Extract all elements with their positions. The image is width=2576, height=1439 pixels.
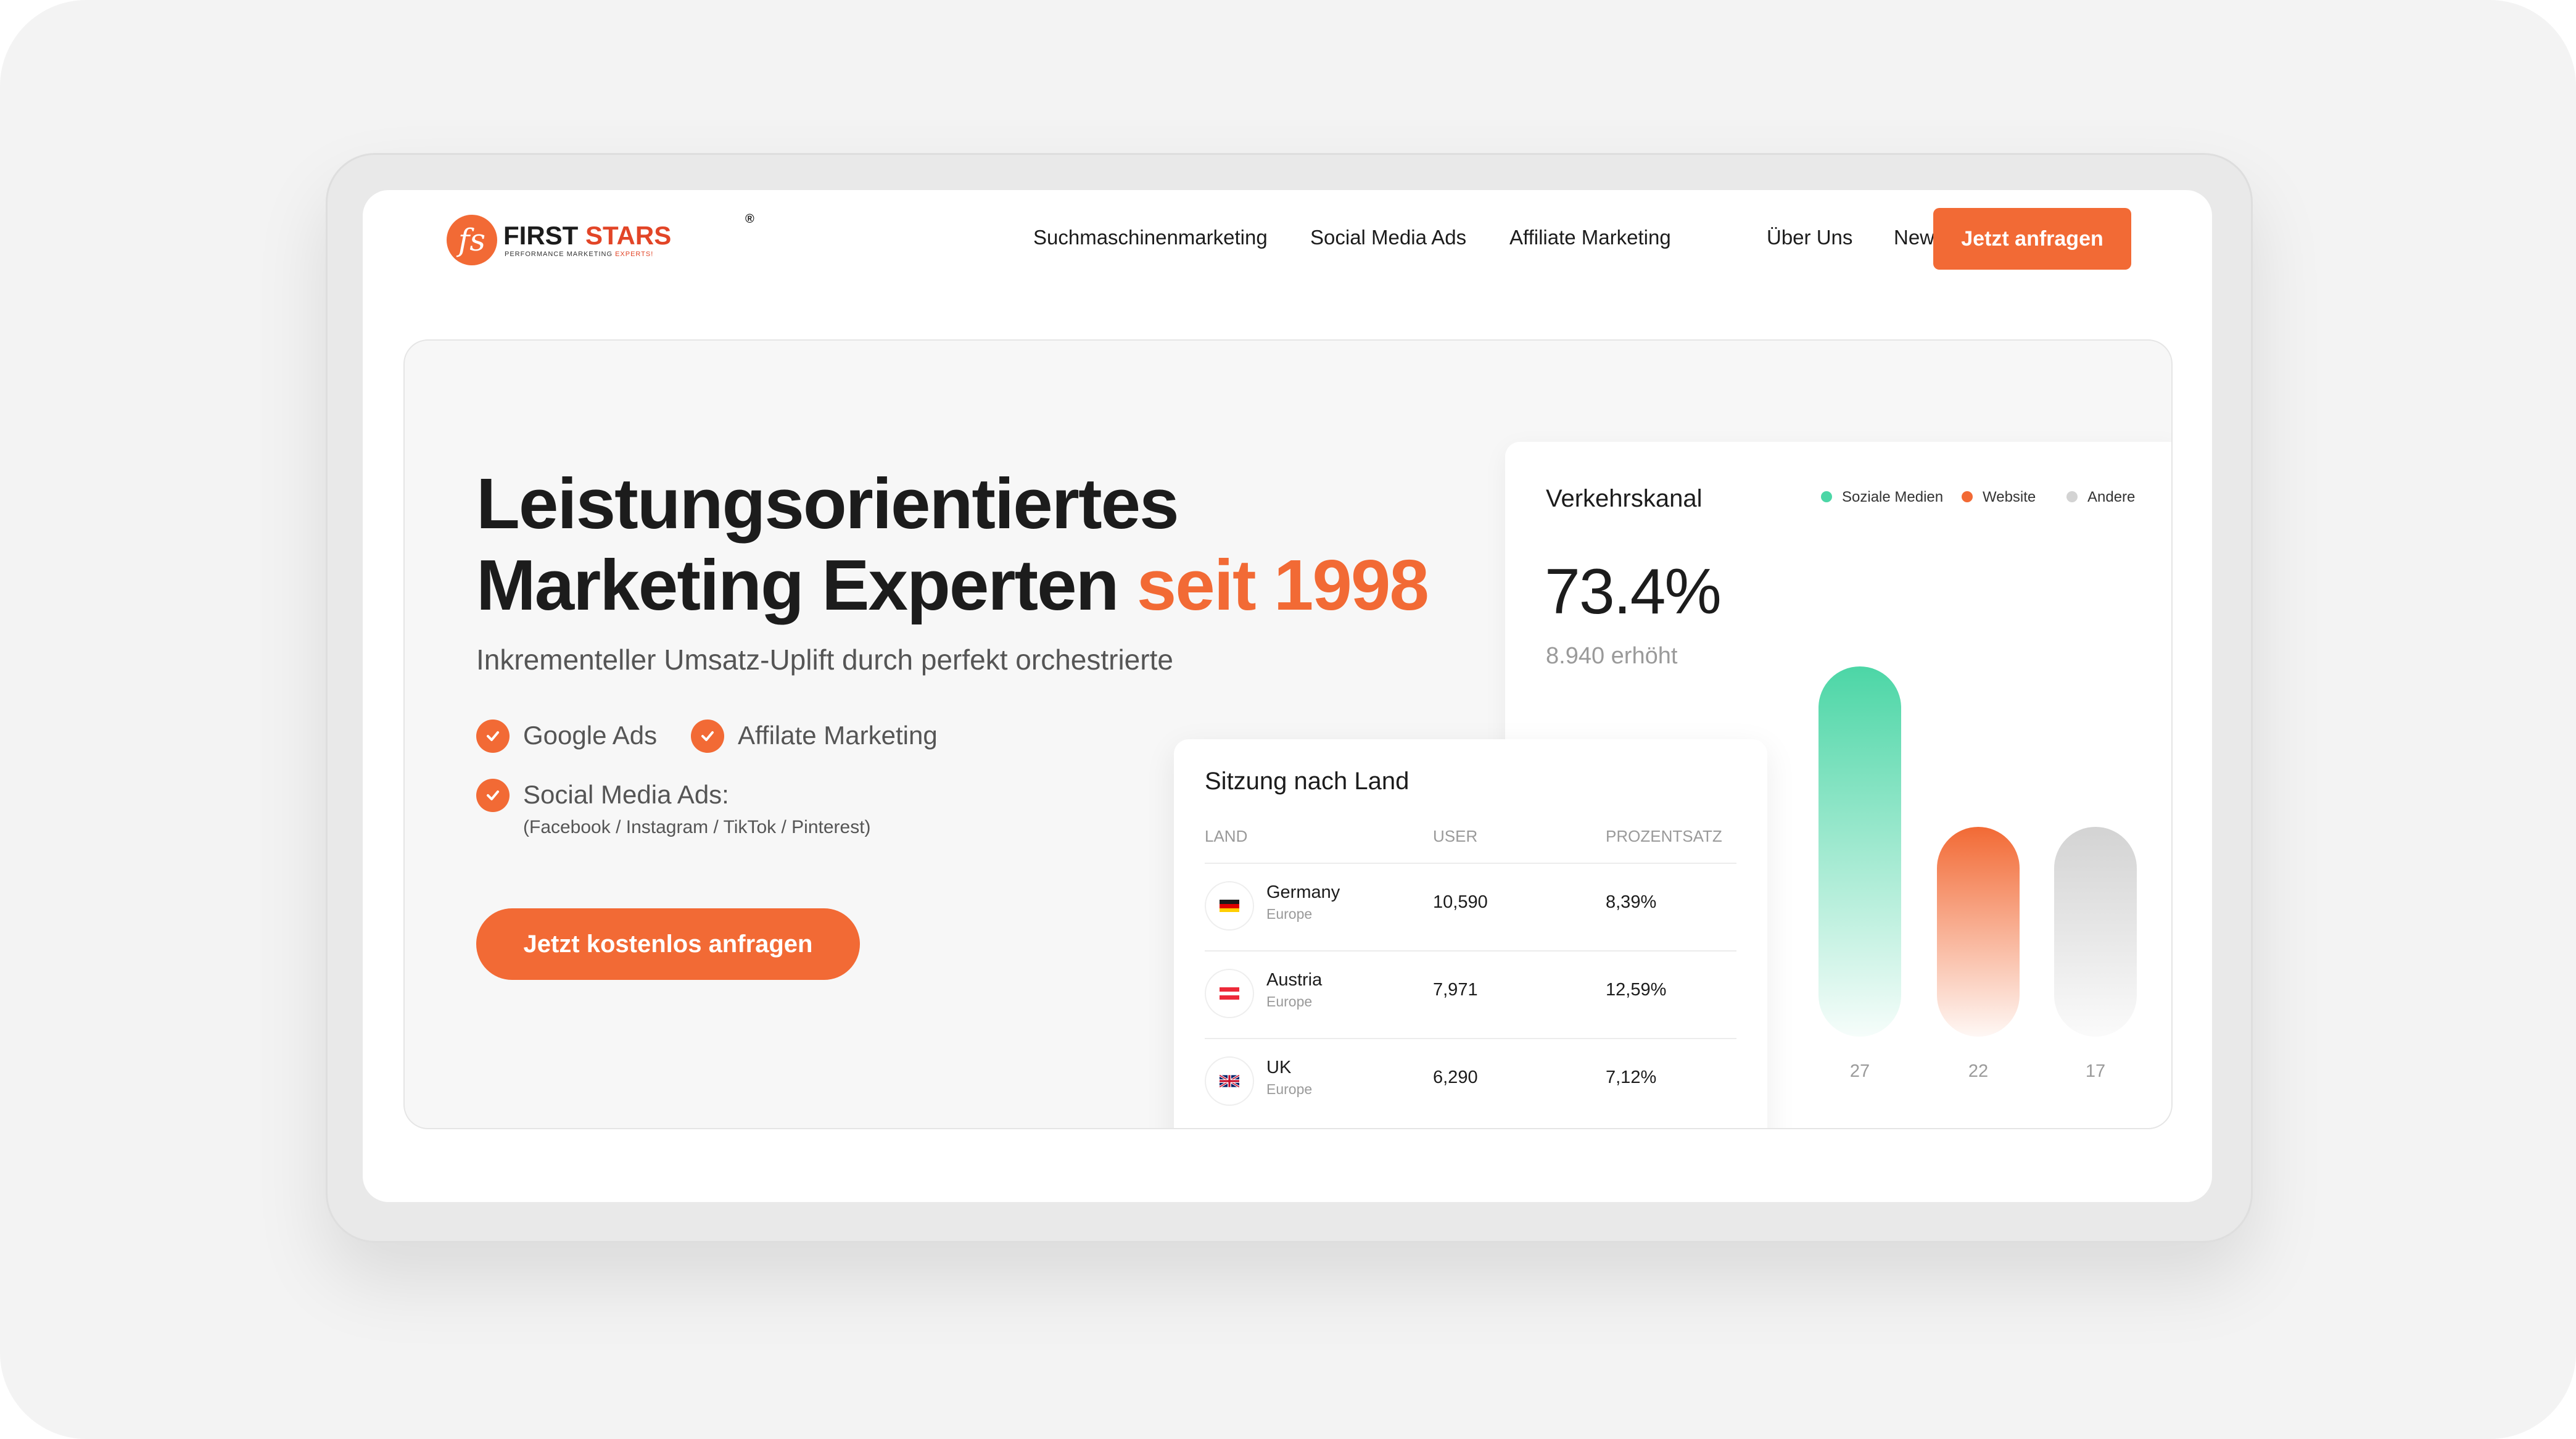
check-icon: [476, 779, 510, 812]
bar-andere: [2054, 827, 2137, 1037]
brand-tagline-accent: EXPERTS!: [615, 251, 654, 258]
hero-title-line1: Leistungsorientiertes: [476, 463, 1179, 544]
country-name: UK: [1266, 1058, 1292, 1077]
registered-mark: ®: [745, 212, 754, 226]
legend-dot-grey-icon: [2066, 491, 2078, 502]
jetzt-anfragen-button[interactable]: Jetzt anfragen: [1933, 208, 2131, 270]
brand-tagline-start: PERFORMANCE MARKETING: [505, 251, 616, 258]
feature-social-media-detail: (Facebook / Instagram / TikTok / Pintere…: [523, 817, 871, 837]
country-percent: 7,12%: [1606, 1068, 1657, 1087]
column-header-prozentsatz: PROZENTSATZ: [1606, 827, 1722, 845]
logo-mark-icon: fs: [447, 215, 497, 265]
brand-name-first: FIRST: [503, 221, 579, 250]
legend-dot-orange-icon: [1962, 491, 1973, 502]
country-name: Austria: [1266, 970, 1323, 990]
country-users: 6,290: [1433, 1068, 1478, 1087]
bar-value-label: 22: [1968, 1061, 1989, 1081]
germany-flag-icon: [1205, 881, 1254, 931]
website-screen: fs FIRST STARS ® PERFORMANCE MARKETING E…: [363, 190, 2212, 1202]
bar-soziale-medien: [1818, 666, 1901, 1037]
legend-label: Andere: [2087, 489, 2136, 505]
brand-name-second: STARS: [585, 221, 672, 250]
country-region: Europe: [1266, 1081, 1313, 1097]
country-users: 10,590: [1433, 892, 1488, 912]
hero-title: Leistungsorientiertes Marketing Experten…: [476, 463, 1429, 626]
country-users: 7,971: [1433, 980, 1478, 1000]
bar-value-label: 27: [1849, 1061, 1870, 1081]
brand-tagline: PERFORMANCE MARKETING EXPERTS!: [505, 251, 653, 258]
column-header-land: LAND: [1205, 827, 1248, 845]
feature-social-media-ads: Social Media Ads:: [523, 780, 729, 809]
nav-item-suchmaschinenmarketing[interactable]: Suchmaschinenmarketing: [1033, 226, 1268, 249]
jetzt-kostenlos-anfragen-button[interactable]: Jetzt kostenlos anfragen: [476, 908, 860, 980]
bar-website: [1937, 827, 2020, 1037]
legend-label: Website: [1983, 489, 2036, 505]
traffic-increase: 8.940 erhöht: [1546, 643, 1678, 669]
check-icon: [476, 720, 510, 753]
nav-item-ueber-uns[interactable]: Über Uns: [1767, 226, 1852, 249]
table-row[interactable]: UK Europe 6,290 7,12%: [1174, 1038, 1767, 1124]
hero-title-accent: seit 1998: [1136, 545, 1429, 625]
country-name: Germany: [1266, 882, 1340, 902]
nav-item-affiliate-marketing[interactable]: Affiliate Marketing: [1509, 226, 1671, 249]
sessions-by-country-card: Sitzung nach Land LAND USER PROZENTSATZ …: [1174, 739, 1767, 1128]
hero-title-line2: Marketing Experten seit 1998: [476, 544, 1429, 626]
brand-name: FIRST STARS: [503, 221, 671, 251]
traffic-card-title: Verkehrskanal: [1546, 485, 1703, 512]
traffic-percent: 73.4%: [1545, 556, 1722, 628]
hero-subline: Inkrementeller Umsatz-Uplift durch perfe…: [476, 644, 1173, 676]
country-percent: 12,59%: [1606, 980, 1667, 1000]
table-row[interactable]: Austria Europe 7,971 12,59%: [1174, 950, 1767, 1037]
feature-affiliate-marketing: Affilate Marketing: [738, 721, 938, 750]
legend-dot-green-icon: [1821, 491, 1832, 502]
sessions-card-title: Sitzung nach Land: [1205, 768, 1410, 795]
legend-label: Soziale Medien: [1842, 489, 1944, 505]
legend-item-andere: Andere: [2066, 489, 2135, 506]
country-region: Europe: [1266, 906, 1313, 922]
legend-item-website: Website: [1962, 489, 2036, 506]
country-percent: 8,39%: [1606, 892, 1657, 912]
feature-google-ads: Google Ads: [523, 721, 658, 750]
legend-item-soziale-medien: Soziale Medien: [1821, 489, 1943, 506]
austria-flag-icon: [1205, 969, 1254, 1018]
hero-title-line2-text: Marketing Experten: [476, 545, 1120, 625]
bar-value-label: 17: [2085, 1061, 2106, 1081]
check-icon: [691, 720, 724, 753]
table-row[interactable]: Germany Europe 10,590 8,39%: [1174, 863, 1767, 949]
hero-section: Leistungsorientiertes Marketing Experten…: [403, 339, 2173, 1129]
country-region: Europe: [1266, 993, 1313, 1010]
nav-item-social-media-ads[interactable]: Social Media Ads: [1310, 226, 1466, 249]
column-header-user: USER: [1433, 827, 1478, 845]
brand-logo[interactable]: fs FIRST STARS ® PERFORMANCE MARKETING E…: [447, 212, 754, 268]
uk-flag-icon: [1205, 1056, 1254, 1106]
